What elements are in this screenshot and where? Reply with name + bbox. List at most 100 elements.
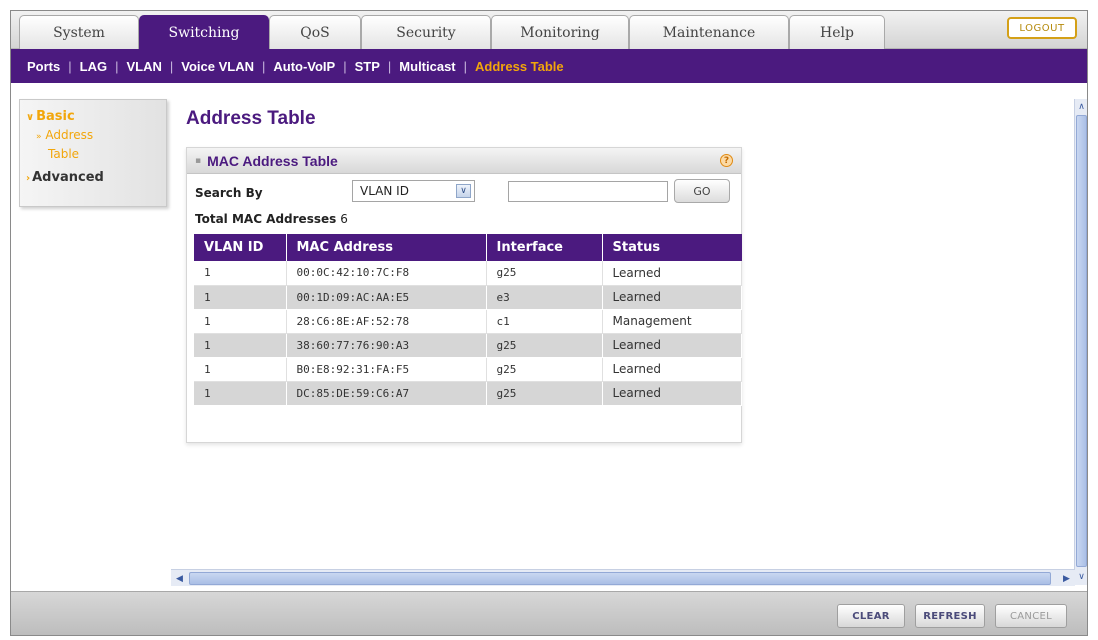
cell-vlan-id: 1 <box>194 381 287 406</box>
tab-system[interactable]: System <box>19 15 139 49</box>
cell-mac-address: DC:85:DE:59:C6:A7 <box>286 381 487 406</box>
collapse-icon[interactable]: ▪ <box>195 156 201 166</box>
chevron-right-icon[interactable]: ▶ <box>1060 572 1073 586</box>
cell-status: Learned <box>602 333 742 358</box>
sidebar-item-basic[interactable]: ∨ Basic <box>26 108 160 127</box>
cell-interface: c1 <box>486 309 603 334</box>
table-row[interactable]: 1 00:1D:09:AC:AA:E5 e3 Learned <box>194 285 742 310</box>
search-by-value: VLAN ID <box>360 184 409 198</box>
cell-mac-address: 28:C6:8E:AF:52:78 <box>286 309 487 334</box>
search-by-label: Search By <box>195 186 263 200</box>
chevron-left-icon[interactable]: ◀ <box>173 572 186 586</box>
page-title: Address Table <box>186 108 316 129</box>
sidebar-item-advanced[interactable]: › Advanced <box>26 169 160 188</box>
table-row[interactable]: 1 28:C6:8E:AF:52:78 c1 Management <box>194 309 742 334</box>
tab-help[interactable]: Help <box>789 15 885 49</box>
vertical-scrollbar-thumb[interactable] <box>1076 115 1087 567</box>
cell-interface: e3 <box>486 285 603 310</box>
horizontal-scrollbar[interactable]: ◀ ▶ <box>171 569 1075 586</box>
cell-mac-address: 38:60:77:76:90:A3 <box>286 333 487 358</box>
sidebar-item-label: Address <box>45 128 94 142</box>
cancel-button[interactable]: CANCEL <box>995 604 1067 628</box>
go-button[interactable]: GO <box>674 179 730 203</box>
total-mac-addresses: Total MAC Addresses 6 <box>195 212 348 226</box>
subnav-stp[interactable]: STP <box>355 59 380 74</box>
logout-button[interactable]: LOGOUT <box>1007 17 1077 39</box>
cell-status: Management <box>602 309 742 334</box>
cell-vlan-id: 1 <box>194 309 287 334</box>
app-frame: System Switching QoS Security Monitoring… <box>10 10 1088 636</box>
chevron-down-icon[interactable]: ∨ <box>1075 570 1087 584</box>
tab-switching[interactable]: Switching <box>139 15 269 49</box>
column-header-mac-address[interactable]: MAC Address <box>286 234 487 261</box>
subnav-multicast[interactable]: Multicast <box>399 59 455 74</box>
table-row[interactable]: 1 DC:85:DE:59:C6:A7 g25 Learned <box>194 381 742 406</box>
subnav-separator: | <box>261 58 266 74</box>
total-label: Total MAC Addresses <box>195 212 337 226</box>
subnav-voice-vlan[interactable]: Voice VLAN <box>181 59 254 74</box>
vertical-scrollbar[interactable]: ∧ ∨ <box>1074 99 1087 585</box>
tab-security[interactable]: Security <box>361 15 491 49</box>
chevron-down-icon[interactable]: ∨ <box>456 184 471 198</box>
horizontal-scrollbar-thumb[interactable] <box>189 572 1051 585</box>
search-input[interactable] <box>508 181 668 202</box>
subnav-lag[interactable]: LAG <box>80 59 107 74</box>
tab-maintenance[interactable]: Maintenance <box>629 15 789 49</box>
table-row[interactable]: 1 38:60:77:76:90:A3 g25 Learned <box>194 333 742 358</box>
cell-interface: g25 <box>486 357 603 382</box>
cell-vlan-id: 1 <box>194 285 287 310</box>
mac-address-table-panel: ▪ MAC Address Table ? Search By VLAN ID … <box>186 147 742 443</box>
cell-mac-address: B0:E8:92:31:FA:F5 <box>286 357 487 382</box>
cell-status: Learned <box>602 261 742 286</box>
cell-vlan-id: 1 <box>194 261 287 286</box>
subnav-ports[interactable]: Ports <box>27 59 60 74</box>
cell-status: Learned <box>602 381 742 406</box>
clear-button[interactable]: CLEAR <box>837 604 905 628</box>
chevron-right-icon: › <box>26 173 31 184</box>
refresh-button[interactable]: REFRESH <box>915 604 985 628</box>
subnav-separator: | <box>115 58 119 74</box>
subnav-separator: | <box>463 58 468 74</box>
search-by-select[interactable]: VLAN ID ∨ <box>352 180 475 202</box>
panel-header: ▪ MAC Address Table ? <box>187 148 741 174</box>
sidebar-item-label: Basic <box>36 109 75 124</box>
tab-qos[interactable]: QoS <box>269 15 361 49</box>
cell-status: Learned <box>602 285 742 310</box>
subnav-separator: | <box>343 58 347 74</box>
subnav-address-table[interactable]: Address Table <box>475 59 564 74</box>
sidebar-item-label: Advanced <box>32 170 104 185</box>
cell-mac-address: 00:1D:09:AC:AA:E5 <box>286 285 487 310</box>
sidebar: ∨ Basic » Address Table › Advanced <box>19 99 167 207</box>
cell-vlan-id: 1 <box>194 357 287 382</box>
sub-navigation: Ports | LAG | VLAN | Voice VLAN | Auto-VoIP |… <box>11 49 1087 83</box>
cell-interface: g25 <box>486 261 603 286</box>
column-header-status[interactable]: Status <box>602 234 742 261</box>
subnav-auto-voip[interactable]: Auto-VoIP <box>273 59 335 74</box>
cell-interface: g25 <box>486 381 603 406</box>
cell-status: Learned <box>602 357 742 382</box>
table-header-row: VLAN ID MAC Address Interface Status <box>194 234 742 261</box>
table-row[interactable]: 1 B0:E8:92:31:FA:F5 g25 Learned <box>194 357 742 382</box>
total-count: 6 <box>340 212 348 226</box>
subnav-vlan[interactable]: VLAN <box>126 59 161 74</box>
column-header-interface[interactable]: Interface <box>486 234 603 261</box>
cell-vlan-id: 1 <box>194 333 287 358</box>
chevron-right-icon: » <box>36 132 42 142</box>
column-header-vlan-id[interactable]: VLAN ID <box>194 234 287 261</box>
cell-interface: g25 <box>486 333 603 358</box>
chevron-up-icon[interactable]: ∧ <box>1075 100 1087 114</box>
tab-monitoring[interactable]: Monitoring <box>491 15 629 49</box>
subnav-separator: | <box>169 58 174 74</box>
table-row[interactable]: 1 00:0C:42:10:7C:F8 g25 Learned <box>194 261 742 286</box>
sidebar-item-address-table[interactable]: » Address Table <box>26 127 160 163</box>
cell-mac-address: 00:0C:42:10:7C:F8 <box>286 261 487 286</box>
help-icon[interactable]: ? <box>720 154 733 167</box>
mac-address-table: VLAN ID MAC Address Interface Status 1 0… <box>194 234 742 406</box>
subnav-separator: | <box>387 58 392 74</box>
bottom-button-bar: CLEAR REFRESH CANCEL <box>11 591 1087 635</box>
subnav-separator: | <box>68 58 72 74</box>
panel-title: MAC Address Table <box>207 152 338 169</box>
top-tab-bar: System Switching QoS Security Monitoring… <box>11 11 1087 49</box>
chevron-down-icon: ∨ <box>26 112 35 123</box>
sidebar-item-label: Table <box>48 147 80 161</box>
